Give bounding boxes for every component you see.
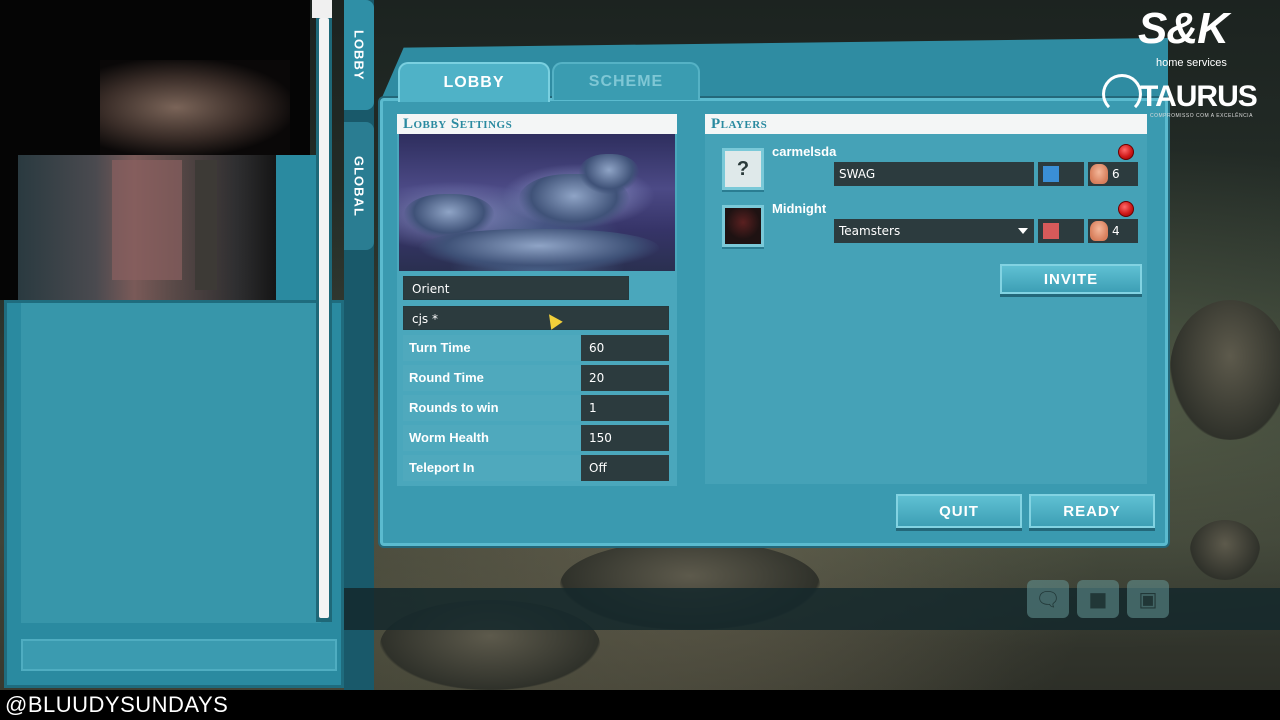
scheme-name-field[interactable]: cjs * — [403, 306, 669, 330]
not-ready-indicator-icon — [1118, 201, 1134, 217]
team-field[interactable]: SWAG — [834, 162, 1034, 186]
color-swatch — [1043, 166, 1059, 182]
taurus-logo: TAURUS — [1140, 80, 1258, 113]
team-color-picker[interactable] — [1038, 162, 1084, 186]
setting-label: Teleport In — [409, 460, 475, 475]
setting-value[interactable]: 60 — [581, 335, 669, 361]
chat-bubble-icon[interactable]: 🗨 — [1027, 580, 1069, 618]
avatar[interactable]: ? — [722, 148, 764, 190]
not-ready-indicator-icon — [1118, 144, 1134, 160]
webcam-feed — [0, 0, 310, 302]
webcam-streamer — [100, 60, 290, 155]
setting-row-round-time: Round Time 20 — [403, 365, 669, 391]
side-tab-global-label: GLOBAL — [351, 155, 367, 217]
background-worm — [1190, 520, 1260, 580]
team-dropdown[interactable]: Teamsters — [834, 219, 1034, 243]
setting-label: Turn Time — [409, 340, 471, 355]
setting-value[interactable]: Off — [581, 455, 669, 481]
screen-icon[interactable]: ▣ — [1127, 580, 1169, 618]
setting-value[interactable]: 20 — [581, 365, 669, 391]
map-island — [579, 154, 639, 194]
invite-button[interactable]: INVITE — [1000, 264, 1142, 294]
stream-handle: @BLUUDYSUNDAYS — [5, 692, 229, 717]
map-preview[interactable] — [399, 134, 675, 271]
players-header: Players — [705, 114, 1147, 134]
chevron-down-icon — [1018, 228, 1028, 234]
color-swatch — [1043, 223, 1059, 239]
worm-count-value: 4 — [1112, 224, 1120, 238]
worm-icon — [1090, 164, 1108, 184]
player-row: ? carmelsda SWAG 6 — [718, 144, 1142, 200]
tab-scheme[interactable]: SCHEME — [552, 62, 700, 100]
team-color-picker[interactable] — [1038, 219, 1084, 243]
taurus-horns-icon — [1102, 74, 1142, 114]
chat-panel-edge — [276, 155, 316, 303]
sk-logo-subtitle: home services — [1156, 57, 1227, 69]
tab-lobby[interactable]: LOBBY — [398, 62, 550, 102]
avatar[interactable] — [722, 205, 764, 247]
setting-row-turn-time: Turn Time 60 — [403, 335, 669, 361]
player-name: Midnight — [772, 201, 827, 216]
chat-input[interactable] — [21, 639, 337, 671]
taurus-logo-subtitle: COMPROMISSO COM A EXCELÊNCIA — [1150, 113, 1253, 119]
chat-messages — [21, 303, 321, 623]
worm-count[interactable]: 4 — [1088, 219, 1138, 243]
setting-label: Rounds to win — [409, 400, 499, 415]
setting-value[interactable]: 1 — [581, 395, 669, 421]
side-tab-lobby-label: LOBBY — [351, 29, 367, 81]
setting-row-worm-health: Worm Health 150 — [403, 425, 669, 451]
map-island — [419, 229, 659, 271]
worm-count-value: 6 — [1112, 167, 1120, 181]
quit-button[interactable]: QUIT — [896, 494, 1022, 528]
setting-label: Worm Health — [409, 430, 489, 445]
background-rock — [1170, 300, 1280, 440]
chat-panel — [4, 300, 344, 688]
team-dropdown-value: Teamsters — [839, 224, 901, 238]
side-tab-global[interactable]: GLOBAL — [344, 122, 374, 250]
setting-label: Round Time — [409, 370, 484, 385]
setting-value[interactable]: 150 — [581, 425, 669, 451]
setting-row-teleport-in: Teleport In Off — [403, 455, 669, 481]
side-tab-lobby[interactable]: LOBBY — [344, 0, 374, 110]
chat-scroll-thumb[interactable] — [319, 18, 329, 618]
sk-logo: S&K — [1138, 4, 1229, 53]
scrollbar-cap — [312, 0, 332, 18]
webcam-door — [195, 160, 217, 290]
lobby-icon[interactable]: ■ — [1077, 580, 1119, 618]
player-name: carmelsda — [772, 144, 837, 159]
worm-count[interactable]: 6 — [1088, 162, 1138, 186]
lobby-settings-header: Lobby Settings — [397, 114, 677, 134]
webcam-wall — [112, 160, 182, 280]
worm-icon — [1090, 221, 1108, 241]
player-row: Midnight Teamsters 4 — [718, 201, 1142, 257]
ready-button[interactable]: READY — [1029, 494, 1155, 528]
setting-row-rounds-to-win: Rounds to win 1 — [403, 395, 669, 421]
map-name-field[interactable]: Orient — [403, 276, 629, 300]
